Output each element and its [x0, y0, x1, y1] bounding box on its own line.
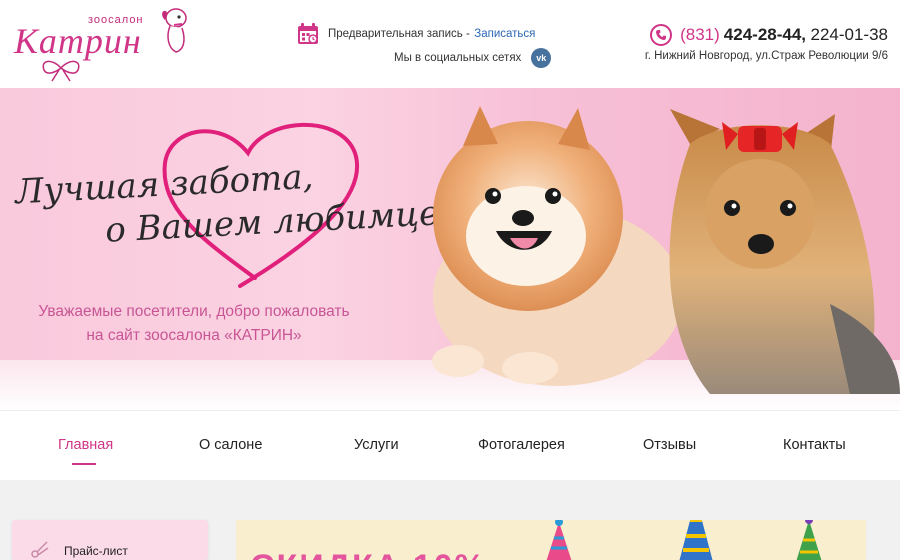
phone-code: (831)	[680, 25, 720, 44]
party-hat-icon	[679, 520, 713, 560]
booking-row: Предварительная запись - Записаться	[296, 22, 535, 46]
social-text: Мы в социальных сетях	[394, 52, 522, 64]
logo[interactable]: зоосалон Катрин	[14, 6, 194, 82]
welcome-line-1: Уважаемые посетители, добро пожаловать	[38, 303, 350, 320]
bow-icon	[42, 60, 80, 82]
social-row: Мы в социальных сетях vk	[394, 48, 552, 68]
scissors-icon	[31, 541, 49, 558]
main-nav: Главная О салоне Услуги Фотогалерея Отзы…	[0, 410, 900, 480]
party-hat-icon	[546, 520, 572, 560]
booking-text: Предварительная запись -	[328, 28, 470, 40]
content-area: Прайс-лист СКИДКА 10%	[0, 480, 900, 560]
welcome-text: Уважаемые посетители, добро пожаловать н…	[24, 300, 364, 348]
nav-item-home[interactable]: Главная	[58, 437, 113, 453]
promo-banner[interactable]: СКИДКА 10%	[236, 520, 866, 560]
nav-item-about[interactable]: О салоне	[199, 437, 262, 453]
nav-active-indicator	[72, 463, 96, 465]
logo-title: Катрин	[14, 21, 142, 61]
price-list-label: Прайс-лист	[64, 544, 128, 558]
booking-link[interactable]: Записаться	[474, 28, 535, 40]
phone-row: (831) 424-28-44, 224-01-38	[650, 24, 888, 46]
hero-slogan: Лучшая забота, о Вашем любимце!	[14, 149, 454, 257]
hero-banner: Лучшая забота, о Вашем любимце! Уважаемы…	[0, 88, 900, 410]
nav-item-reviews[interactable]: Отзывы	[643, 437, 696, 453]
phone-alt[interactable]: 224-01-38	[810, 25, 888, 45]
dog-logo-icon	[162, 8, 187, 53]
phone-icon[interactable]	[650, 24, 673, 46]
promo-text: СКИДКА 10%	[250, 548, 487, 560]
welcome-line-2: на сайт зоосалона «КАТРИН»	[86, 327, 302, 344]
phone-main[interactable]: 424-28-44,	[724, 25, 806, 45]
site-header: зоосалон Катрин Предварительная запись -…	[0, 0, 900, 88]
nav-item-gallery[interactable]: Фотогалерея	[478, 437, 565, 453]
calendar-icon	[298, 23, 318, 44]
nav-item-services[interactable]: Услуги	[354, 437, 399, 453]
address: г. Нижний Новгород, ул.Страж Революции 9…	[644, 50, 888, 62]
price-list-card[interactable]: Прайс-лист	[12, 520, 208, 560]
vk-icon[interactable]: vk	[531, 48, 552, 68]
party-hat-icon	[796, 520, 822, 560]
yorkshire-terrier-image	[669, 109, 900, 394]
nav-item-contacts[interactable]: Контакты	[783, 437, 846, 453]
